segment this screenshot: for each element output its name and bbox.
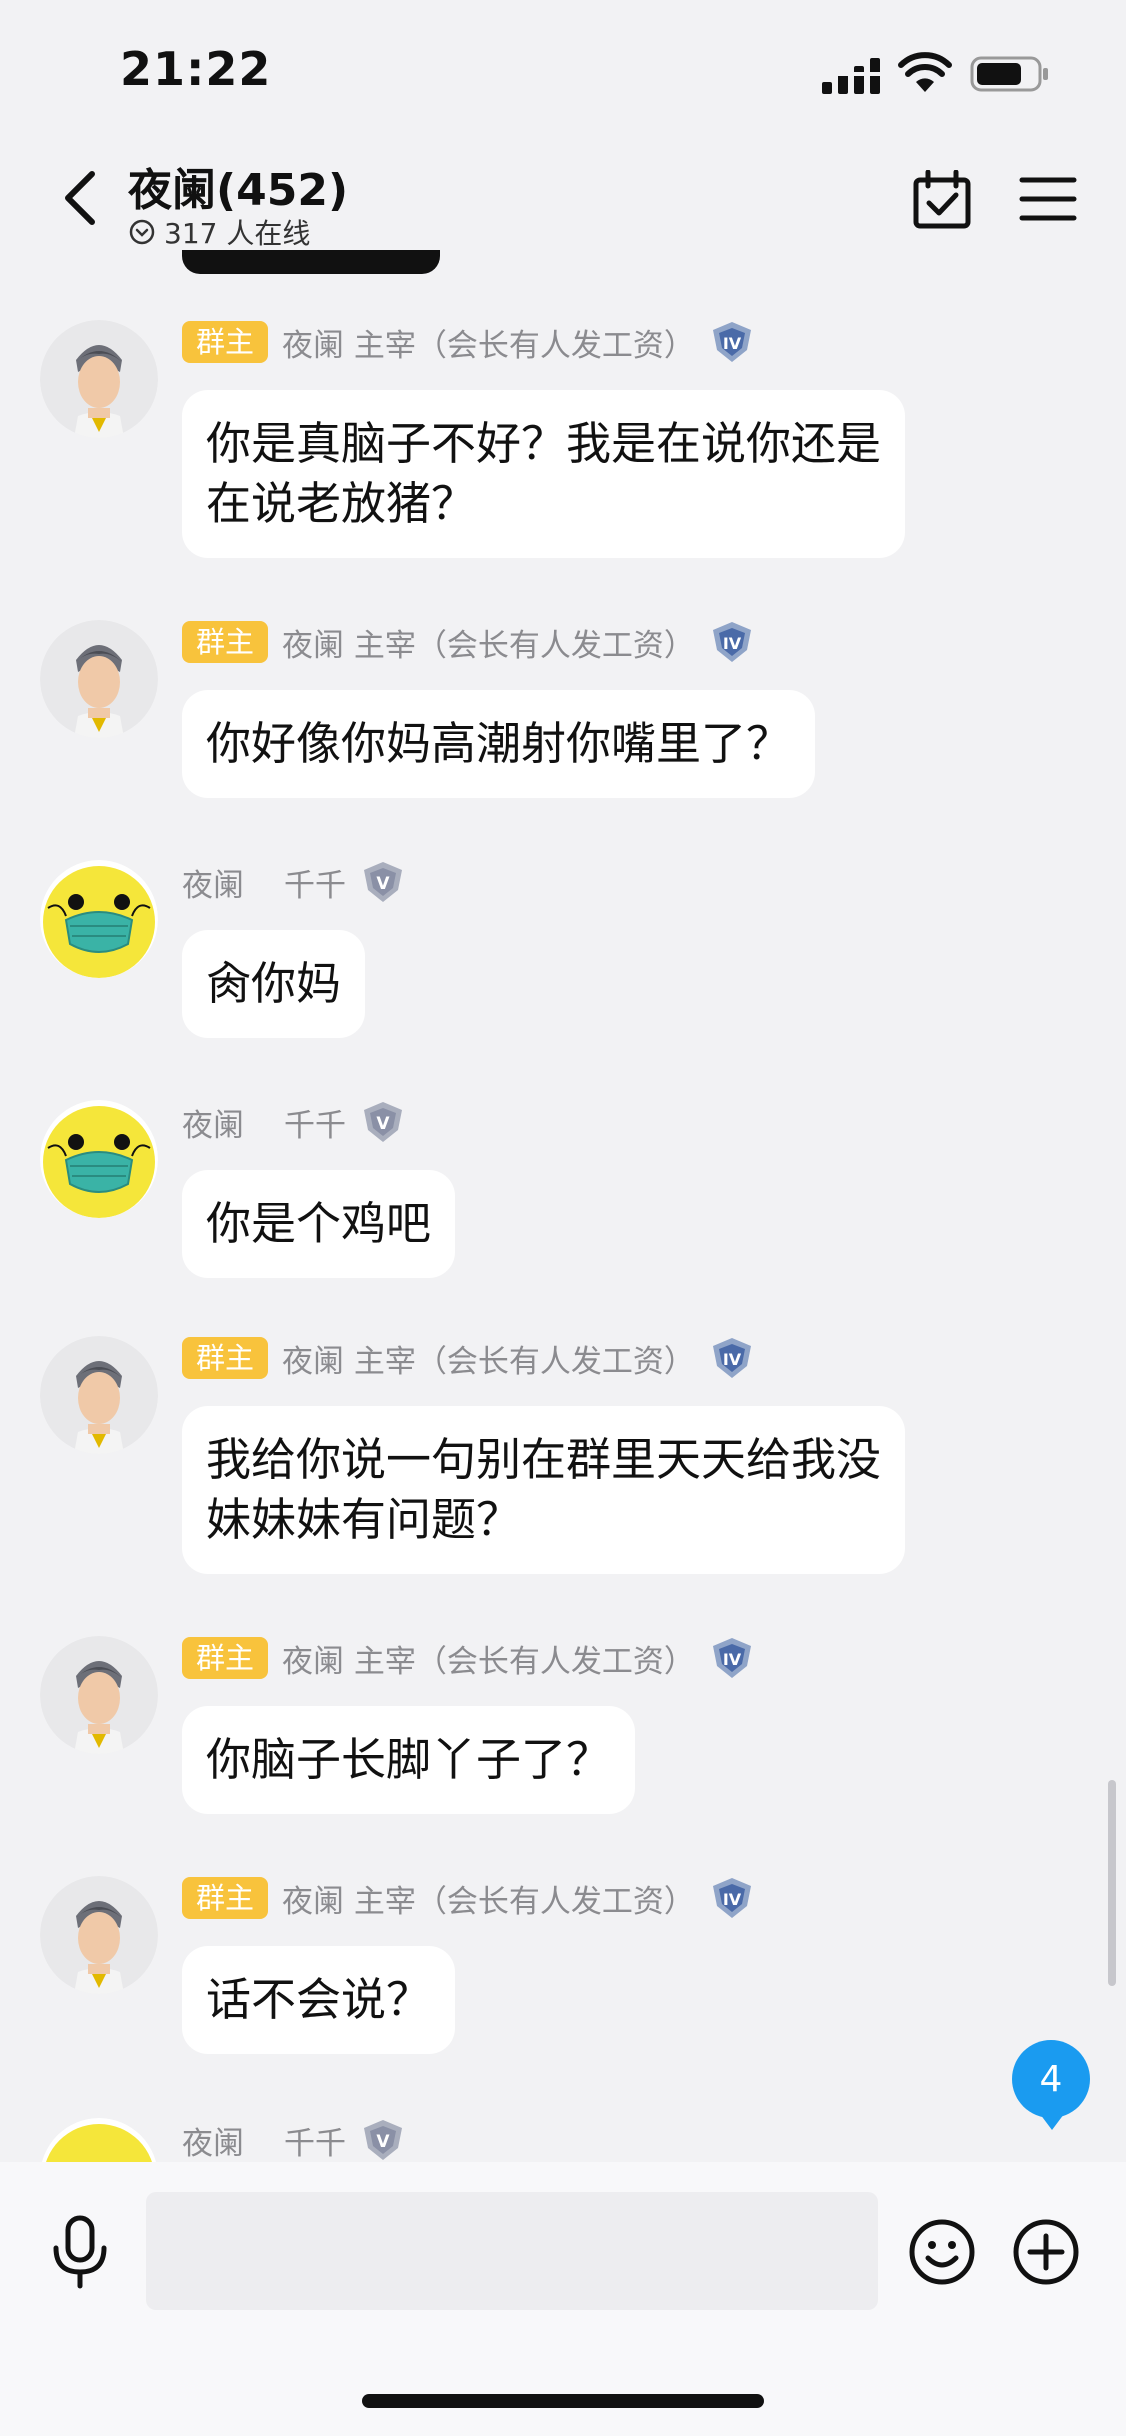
chat-screen: 21:22 夜阑(452) 317 人在线 群主 夜阑 主宰（会长有人发工资） … (0, 0, 1126, 2436)
message-text-line: 你是个鸡吧 (206, 1197, 432, 1250)
sender-name[interactable]: 夜阑 主宰（会长有人发工资） (282, 1876, 695, 1921)
wifi-icon (898, 52, 952, 92)
svg-text:V: V (376, 1114, 390, 1134)
message-text-line: 肏你妈 (206, 957, 342, 1010)
level-shield-icon: IV (712, 1338, 751, 1378)
message-text-line: 在说老放猪？ (206, 477, 477, 530)
sender-name[interactable]: 夜阑 主宰（会长有人发工资） (282, 1336, 695, 1381)
message-bubble[interactable]: 肏你妈 (182, 930, 366, 1038)
level-shield-icon: IV (712, 322, 751, 362)
emoji-icon[interactable] (908, 2218, 976, 2286)
message-meta: 夜阑 千千 V (182, 860, 406, 904)
owner-badge: 群主 (182, 1637, 269, 1679)
status-time: 21:22 (120, 42, 272, 96)
message-bubble[interactable]: 你是真脑子不好？我是在说你还是 在说老放猪？ (182, 390, 906, 558)
message-text-line: 你是真脑子不好？我是在说你还是 (206, 417, 882, 470)
sender-name[interactable]: 夜阑 主宰（会长有人发工资） (282, 620, 695, 665)
back-chevron-icon[interactable] (58, 168, 104, 228)
group-title[interactable]: 夜阑(452) (128, 154, 348, 218)
duck-avatar[interactable] (40, 860, 158, 978)
online-count-text: 317 人在线 (164, 217, 311, 250)
status-bar: 21:22 (0, 0, 1126, 150)
duck-mask-avatar-icon (40, 860, 158, 978)
male-avatar[interactable] (40, 1336, 158, 1454)
male-avatar[interactable] (40, 1636, 158, 1754)
message-bubble[interactable]: 你脑子长脚丫子了？ (182, 1706, 636, 1814)
unread-count-text: 4 (1039, 2058, 1063, 2100)
sender-name[interactable]: 夜阑 主宰（会长有人发工资） (282, 1636, 695, 1681)
level-shield-icon: IV (712, 622, 751, 662)
message-meta: 群主 夜阑 主宰（会长有人发工资） IV (182, 1876, 755, 1920)
male-avatar[interactable] (40, 320, 158, 438)
sender-group-tag: 夜阑 (182, 1107, 244, 1144)
level-shield-icon: V (364, 1102, 402, 1142)
message-bubble[interactable]: 你是个鸡吧 (182, 1170, 456, 1278)
owner-badge: 群主 (182, 621, 269, 663)
svg-text:V: V (376, 874, 390, 894)
owner-badge: 群主 (182, 1877, 269, 1919)
owner-badge: 群主 (182, 1337, 269, 1379)
sender-name[interactable]: 千千 (284, 2118, 346, 2163)
sender-group-tag: 夜阑 (182, 867, 244, 904)
svg-text:IV: IV (723, 634, 742, 653)
message-input[interactable] (146, 2192, 878, 2310)
add-plus-icon[interactable] (1012, 2218, 1080, 2286)
level-shield-icon: V (364, 2120, 402, 2160)
duck-avatar[interactable] (40, 1100, 158, 1218)
level-shield-icon: IV (712, 1878, 751, 1918)
previous-message-edge (182, 250, 440, 274)
message-text-line: 你脑子长脚丫子了？ (206, 1733, 612, 1786)
sender-name[interactable]: 千千 (284, 860, 346, 905)
male-avatar-icon (40, 620, 158, 738)
svg-text:IV: IV (723, 334, 742, 353)
scrollbar-thumb[interactable] (1108, 1780, 1116, 1986)
message-meta: 群主 夜阑 主宰（会长有人发工资） IV (182, 620, 755, 664)
message-text-line: 我给你说一句别在群里天天给我没 (206, 1433, 882, 1486)
message-bubble[interactable]: 话不会说？ (182, 1946, 456, 2054)
menu-icon[interactable] (1018, 174, 1078, 224)
message-text-line: 话不会说？ (206, 1973, 432, 2026)
male-avatar-icon (40, 1636, 158, 1754)
cellular-signal-icon (822, 58, 882, 94)
duck-mask-avatar-icon (40, 1100, 158, 1218)
battery-icon (970, 56, 1048, 92)
message-text-line: 妹妹妹有问题？ (206, 1493, 522, 1546)
svg-text:IV: IV (723, 1650, 742, 1669)
owner-badge: 群主 (182, 321, 269, 363)
microphone-icon[interactable] (50, 2214, 110, 2290)
home-indicator[interactable] (362, 2394, 764, 2408)
online-count: 317 人在线 (128, 212, 310, 252)
message-meta: 群主 夜阑 主宰（会长有人发工资） IV (182, 1336, 755, 1380)
unread-count-badge[interactable]: 4 (1012, 2040, 1090, 2130)
sender-group-tag: 夜阑 (182, 2125, 244, 2162)
level-shield-icon: V (364, 862, 402, 902)
male-avatar-icon (40, 320, 158, 438)
male-avatar-icon (40, 1336, 158, 1454)
male-avatar[interactable] (40, 620, 158, 738)
male-avatar-icon (40, 1876, 158, 1994)
message-meta: 群主 夜阑 主宰（会长有人发工资） IV (182, 320, 755, 364)
svg-text:IV: IV (723, 1890, 742, 1909)
level-shield-icon: IV (712, 1638, 751, 1678)
chat-header: 夜阑(452) 317 人在线 (0, 150, 1126, 260)
message-text-line: 你好像你妈高潮射你嘴里了？ (206, 717, 792, 770)
svg-text:V: V (376, 2132, 390, 2152)
svg-text:IV: IV (723, 1350, 742, 1369)
online-status-icon (129, 219, 155, 245)
male-avatar[interactable] (40, 1876, 158, 1994)
message-meta: 群主 夜阑 主宰（会长有人发工资） IV (182, 1636, 755, 1680)
sender-name[interactable]: 千千 (284, 1100, 346, 1145)
message-bubble[interactable]: 我给你说一句别在群里天天给我没 妹妹妹有问题？ (182, 1406, 906, 1574)
message-meta: 夜阑 千千 V (182, 2118, 406, 2162)
sender-name[interactable]: 夜阑 主宰（会长有人发工资） (282, 320, 695, 365)
message-meta: 夜阑 千千 V (182, 1100, 406, 1144)
message-bubble[interactable]: 你好像你妈高潮射你嘴里了？ (182, 690, 816, 798)
calendar-check-icon[interactable] (912, 170, 972, 230)
